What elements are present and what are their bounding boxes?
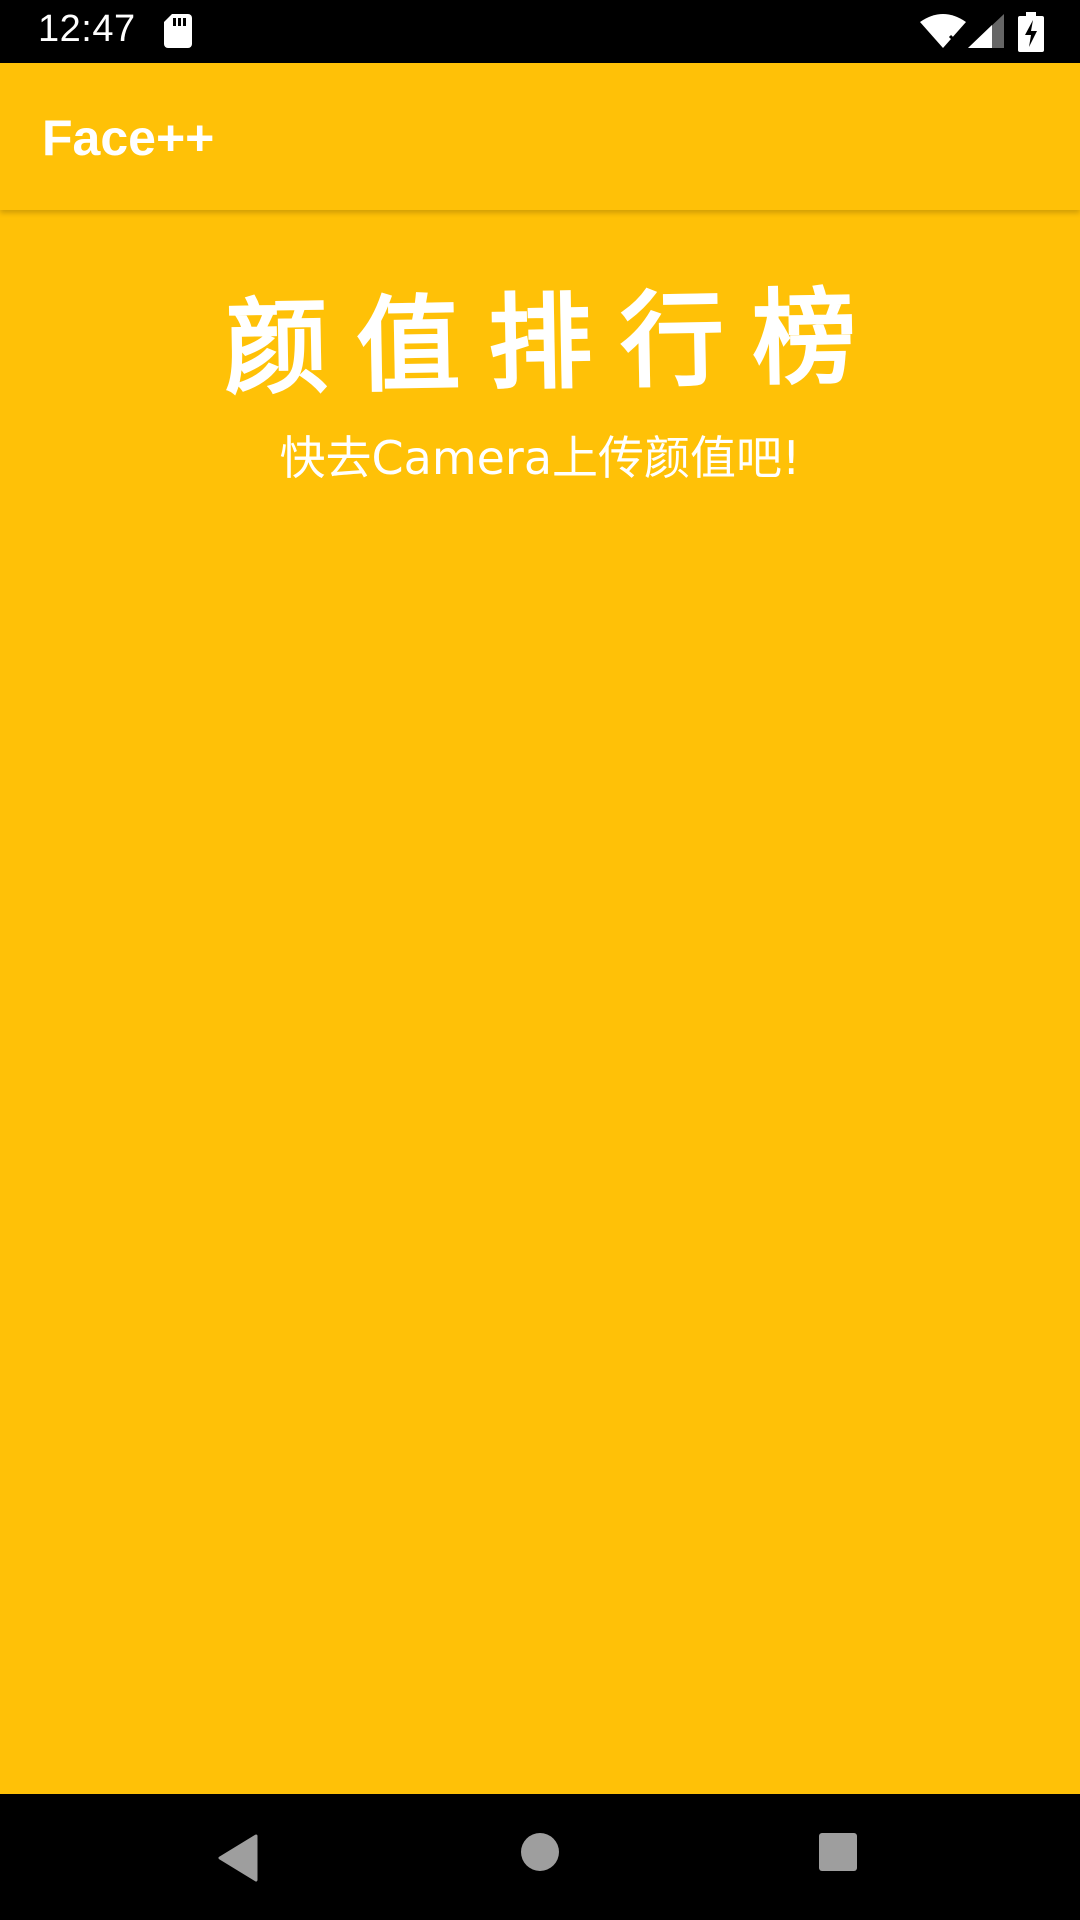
battery-charging-icon [1018,12,1044,52]
ranking-screen: 颜值排行榜 快去Camera上传颜值吧! [0,210,1080,1794]
ranking-title: 颜值排行榜 [223,276,886,410]
app-bar: Face++ [0,63,1080,210]
sd-card-icon [164,14,192,48]
back-icon[interactable] [216,1834,260,1882]
home-icon[interactable] [520,1832,560,1872]
status-bar: 12:47 [0,0,1080,63]
signal-icon [968,14,1004,48]
empty-ranking-message: 快去Camera上传颜值吧! [279,431,801,485]
recents-icon[interactable] [818,1832,858,1872]
status-time: 12:47 [38,8,136,50]
wifi-icon [920,14,966,48]
app-title: Face++ [42,110,215,166]
navigation-bar [0,1794,1080,1920]
